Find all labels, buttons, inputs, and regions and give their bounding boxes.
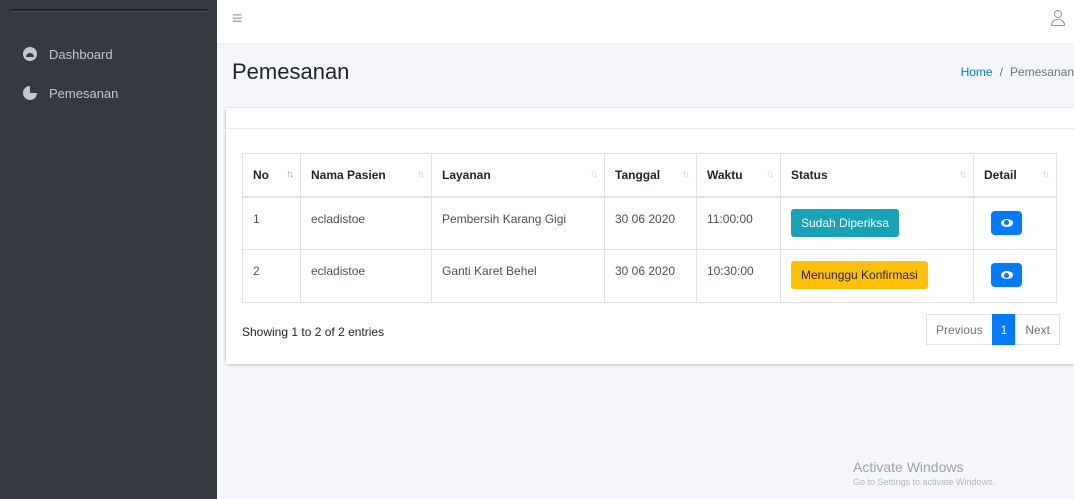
column-header-waktu[interactable]: Waktu ↑↓ [696,153,781,198]
windows-activation-watermark: Activate Windows Go to Settings to activ… [853,459,995,487]
sort-icon: ↑↓ [1042,169,1050,180]
pagination-previous-button[interactable]: Previous [925,314,993,345]
sort-icon: ↑↓ [682,169,690,180]
pagination-next-button[interactable]: Next [1015,314,1060,345]
dashboard-gauge-icon [23,47,37,61]
column-header-status[interactable]: Status ↑↓ [780,153,974,198]
sidebar-item-label: Pemesanan [49,85,119,101]
eye-icon [1000,218,1013,227]
sort-icon: ↑↓ [590,169,598,180]
breadcrumb-separator: / [999,65,1003,79]
sidebar-item-pemesanan[interactable]: Pemesanan [0,78,217,108]
cell-detail [973,249,1057,303]
view-detail-button[interactable] [991,263,1022,287]
top-navbar: ≡ [217,0,1074,44]
cell-no: 2 [242,249,301,303]
cell-status: Sudah Diperiksa [780,196,974,250]
cell-no: 1 [242,196,301,250]
card-header-divider [226,128,1074,129]
pagination-page-1[interactable]: 1 [991,314,1017,345]
cell-layanan: Ganti Karet Behel [431,249,605,303]
cell-waktu: 10:30:00 [696,249,781,303]
watermark-subtitle: Go to Settings to activate Windows. [853,477,996,487]
table-info-text: Showing 1 to 2 of 2 entries [242,325,385,339]
page-title: Pemesanan [232,59,350,84]
breadcrumb-current: Pemesanan [1009,65,1074,79]
breadcrumb-home-link[interactable]: Home [961,65,993,79]
sidebar: Dashboard Pemesanan [0,0,217,499]
sidebar-brand-divider [10,9,207,12]
hamburger-menu-icon[interactable]: ≡ [232,8,243,29]
column-header-tanggal[interactable]: Tanggal ↑↓ [604,153,697,198]
cell-nama-pasien: ecladistoe [300,196,432,250]
sort-asc-icon: ↑↓ [286,169,294,180]
sort-icon: ↑↓ [959,169,967,180]
watermark-title: Activate Windows [853,459,964,475]
column-header-detail[interactable]: Detail ↑↓ [973,153,1057,198]
orders-card: No ↑↓ Nama Pasien ↑↓ Layanan ↑↓ Tanggal ↑↓ W… [226,108,1074,364]
cell-layanan: Pembersih Karang Gigi [431,196,605,250]
table-row: 2 ecladistoe Ganti Karet Behel 30 06 202… [242,249,1057,303]
sort-icon: ↑↓ [417,169,425,180]
column-header-no[interactable]: No ↑↓ [242,153,301,198]
status-badge[interactable]: Menunggu Konfirmasi [791,261,928,289]
sort-icon: ↑↓ [766,169,774,180]
pie-chart-icon [23,86,38,100]
table-header-row: No ↑↓ Nama Pasien ↑↓ Layanan ↑↓ Tanggal ↑↓ W… [242,153,1057,198]
pagination: Previous 1 Next [925,314,1060,345]
cell-tanggal: 30 06 2020 [604,249,697,303]
orders-table: No ↑↓ Nama Pasien ↑↓ Layanan ↑↓ Tanggal ↑↓ W… [242,153,1057,303]
cell-detail [973,196,1057,250]
user-icon[interactable] [1051,10,1065,26]
cell-tanggal: 30 06 2020 [604,196,697,250]
view-detail-button[interactable] [991,210,1022,235]
column-header-nama-pasien[interactable]: Nama Pasien ↑↓ [300,153,432,198]
table-row: 1 ecladistoe Pembersih Karang Gigi 30 06… [242,196,1057,250]
sidebar-item-dashboard[interactable]: Dashboard [0,39,217,69]
cell-nama-pasien: ecladistoe [300,249,432,303]
breadcrumb: Home / Pemesanan [961,65,1074,79]
column-header-layanan[interactable]: Layanan ↑↓ [431,153,605,198]
cell-waktu: 11:00:00 [696,196,781,250]
status-badge[interactable]: Sudah Diperiksa [791,208,900,237]
sidebar-item-label: Dashboard [49,46,113,62]
cell-status: Menunggu Konfirmasi [780,249,974,303]
eye-icon [1000,271,1013,279]
